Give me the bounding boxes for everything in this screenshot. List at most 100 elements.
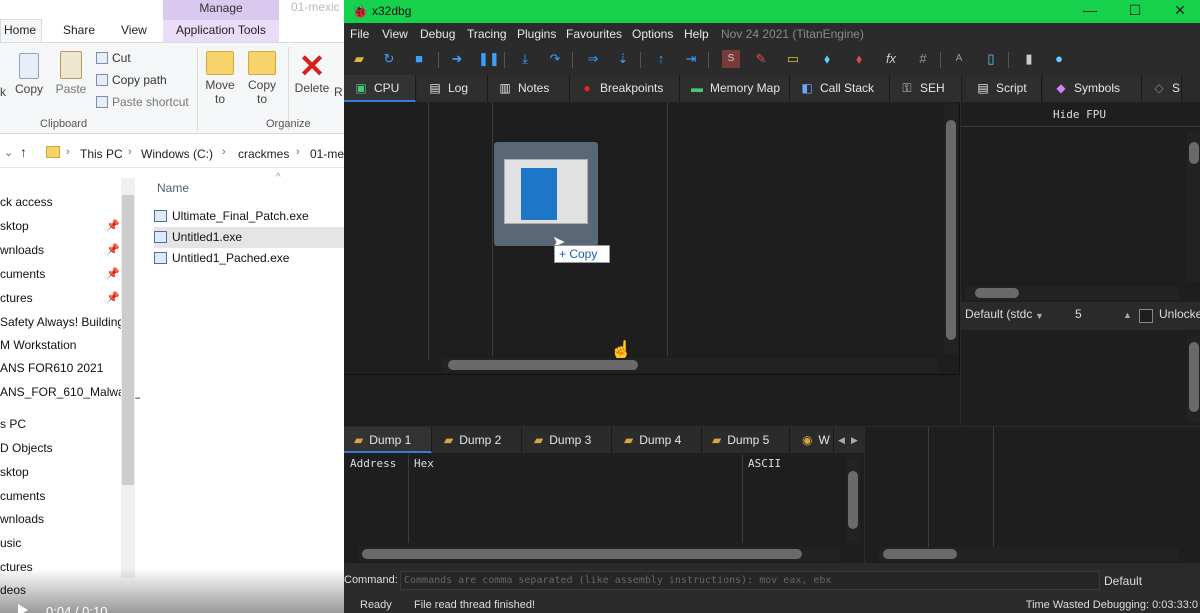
label-icon[interactable]: ⬧	[818, 50, 836, 68]
move-to-button[interactable]: Move to	[203, 51, 237, 106]
stop-icon[interactable]: ■	[410, 50, 428, 68]
tab-home[interactable]: Home	[4, 23, 36, 37]
menu-debug[interactable]: Debug	[420, 27, 455, 41]
tab-symbols[interactable]: ◆ Symbols	[1044, 75, 1142, 102]
menu-options[interactable]: Options	[632, 27, 673, 41]
registers-pane[interactable]: Hide FPU	[961, 102, 1200, 302]
menu-plugins[interactable]: Plugins	[517, 27, 556, 41]
tab-breakpoints[interactable]: ● Breakpoints	[570, 75, 680, 102]
nav-item-documents[interactable]: cuments	[0, 489, 45, 503]
nav-item-folder[interactable]: M Workstation	[0, 338, 76, 352]
scroll-thumb[interactable]	[448, 360, 638, 370]
scroll-thumb[interactable]	[975, 288, 1019, 298]
pause-icon[interactable]: ❚❚	[478, 50, 500, 68]
arguments-vscroll[interactable]	[1187, 334, 1200, 422]
menu-help[interactable]: Help	[684, 27, 709, 41]
nav-item-downloads[interactable]: wnloads	[0, 243, 44, 257]
dump-pane[interactable]: Address Hex ASCII	[344, 453, 864, 563]
nav-item-downloads[interactable]: wnloads	[0, 512, 44, 526]
breadcrumb-this-pc[interactable]: This PC	[80, 147, 123, 161]
copy-path-button[interactable]: Copy path	[96, 73, 167, 87]
stack-pane[interactable]	[865, 427, 1200, 563]
manage-contextual-tab[interactable]: Manage	[163, 0, 279, 20]
disassembly-hscroll[interactable]	[442, 358, 938, 372]
tab-dump-1[interactable]: ▰ Dump 1	[344, 427, 432, 453]
tab-call-stack[interactable]: ◧ Call Stack	[790, 75, 890, 102]
open-icon[interactable]: ▰	[350, 50, 368, 68]
nav-item-music[interactable]: usic	[0, 536, 21, 550]
nav-item-documents[interactable]: cuments	[0, 267, 45, 281]
calling-convention-select[interactable]: Default (stdc	[965, 307, 1032, 321]
menu-tracing[interactable]: Tracing	[467, 27, 507, 41]
title-bar[interactable]: 🐞 x32dbg — ☐ ✕	[344, 0, 1200, 23]
step-over-icon[interactable]: ↷	[546, 50, 564, 68]
tab-scroll-right-icon[interactable]: ▶	[851, 435, 858, 446]
tab-dump-3[interactable]: ▰ Dump 3	[524, 427, 612, 453]
info-pane[interactable]	[344, 374, 960, 426]
disassembly-vscroll[interactable]	[944, 104, 958, 354]
tab-cpu[interactable]: ▣ CPU	[344, 75, 416, 102]
trace-into-icon[interactable]: ⇒	[584, 50, 602, 68]
patch-icon[interactable]: ✎	[752, 50, 770, 68]
argument-count-spinbox[interactable]: 5	[1075, 307, 1082, 321]
menu-file[interactable]: File	[350, 27, 369, 41]
scylla-icon[interactable]: S	[722, 50, 740, 68]
rename-button[interactable]: R	[334, 85, 343, 99]
minimize-button[interactable]: —	[1070, 1, 1110, 21]
recent-locations-icon[interactable]: ⌄	[4, 146, 13, 159]
breadcrumb-windows-c[interactable]: Windows (C:)	[141, 147, 213, 161]
calculator-icon[interactable]: ▮	[1020, 50, 1038, 68]
close-button[interactable]: ✕	[1160, 1, 1200, 21]
nav-item-3d-objects[interactable]: D Objects	[0, 441, 53, 455]
hide-fpu-toggle[interactable]: Hide FPU	[1053, 108, 1106, 121]
nav-item-pictures[interactable]: ctures	[0, 291, 33, 305]
breadcrumb-crackmes[interactable]: crackmes	[238, 147, 289, 161]
tab-share[interactable]: Share	[63, 23, 95, 37]
up-arrow-icon[interactable]: ↑	[20, 144, 27, 160]
nav-item-desktop[interactable]: sktop	[0, 219, 29, 233]
nav-item-folder[interactable]: Safety Always! Building	[0, 315, 124, 329]
strings-icon[interactable]: ▯	[982, 50, 1000, 68]
nav-item-quick-access[interactable]: ck access	[0, 195, 53, 209]
globe-icon[interactable]: ●	[1050, 50, 1068, 68]
nav-item-desktop[interactable]: sktop	[0, 465, 29, 479]
paste-shortcut-button[interactable]: Paste shortcut	[96, 95, 189, 109]
trace-over-icon[interactable]: ⇣	[614, 50, 632, 68]
bookmark-icon[interactable]: ⬧	[850, 50, 868, 68]
comment-icon[interactable]: ▭	[784, 50, 802, 68]
address-bar[interactable]: ⌄ ↑ › This PC › Windows (C:) › crackmes …	[0, 140, 344, 168]
arguments-pane[interactable]	[961, 330, 1200, 426]
dump-hscroll[interactable]	[358, 547, 840, 561]
tab-dump-4[interactable]: ▰ Dump 4	[614, 427, 702, 453]
delete-button[interactable]: ✕ Delete	[294, 50, 330, 95]
maximize-button[interactable]: ☐	[1115, 1, 1155, 21]
command-mode-select[interactable]: Default	[1104, 574, 1142, 588]
execute-till-return-icon[interactable]: ↑	[652, 50, 670, 68]
dump-vscroll[interactable]	[846, 457, 860, 543]
scroll-thumb[interactable]	[1189, 142, 1199, 164]
disassembly-pane[interactable]: ➤ + Copy ☝	[344, 102, 960, 374]
registers-vscroll[interactable]	[1187, 132, 1200, 282]
play-icon[interactable]	[18, 604, 28, 613]
copy-to-button[interactable]: Copy to	[246, 51, 278, 106]
tab-application-tools[interactable]: Application Tools	[176, 23, 266, 37]
run-icon[interactable]: ➜	[448, 50, 466, 68]
scroll-thumb[interactable]	[1189, 342, 1199, 412]
file-row-selected[interactable]: Untitled1.exe	[154, 227, 344, 248]
column-header-name[interactable]: Name	[157, 181, 189, 195]
tab-source[interactable]: ◇ S	[1142, 75, 1182, 102]
tab-dump-2[interactable]: ▰ Dump 2	[434, 427, 522, 453]
tab-dump-5[interactable]: ▰ Dump 5	[702, 427, 790, 453]
tab-memory-map[interactable]: ▬ Memory Map	[680, 75, 790, 102]
tab-seh[interactable]: ⚿ SEH	[890, 75, 962, 102]
cut-button[interactable]: Cut	[96, 51, 131, 65]
command-input[interactable]	[400, 571, 1100, 590]
unlocked-checkbox[interactable]	[1139, 309, 1153, 323]
paste-button[interactable]: Paste	[55, 51, 87, 96]
chevron-down-icon[interactable]: ▼	[1035, 311, 1044, 321]
scroll-thumb[interactable]	[883, 549, 957, 559]
spin-up-icon[interactable]: ▲	[1123, 310, 1132, 320]
scroll-thumb[interactable]	[946, 120, 956, 340]
scroll-thumb[interactable]	[362, 549, 802, 559]
font-icon[interactable]: A	[950, 50, 968, 68]
